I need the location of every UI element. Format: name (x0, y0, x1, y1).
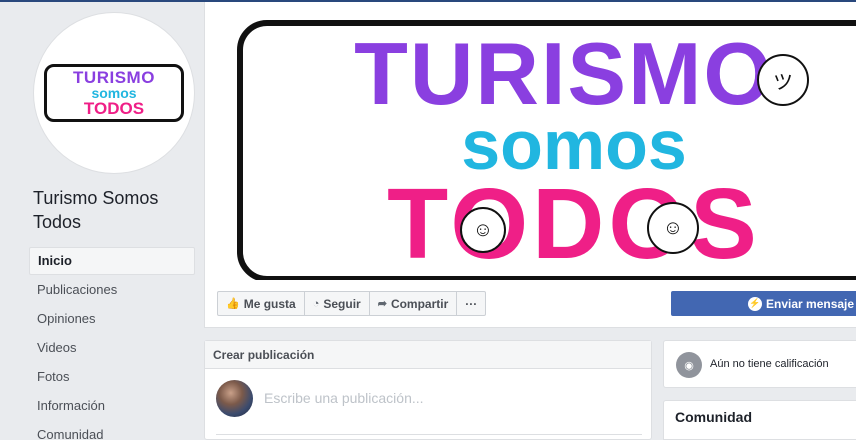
profile-picture-inner: TURISMO somos TODOS (40, 19, 188, 167)
messenger-icon: ⚡ (748, 296, 762, 311)
page-nav: Inicio Publicaciones Opiniones Videos Fo… (29, 247, 195, 440)
sidebar-item-videos[interactable]: Videos (29, 334, 195, 362)
sidebar-item-comunidad[interactable]: Comunidad (29, 421, 195, 440)
smile-face-icon: ☺ (460, 207, 506, 253)
more-options-button[interactable]: ··· (457, 292, 485, 315)
follow-label: Seguir (323, 296, 361, 311)
like-label: Me gusta (243, 296, 296, 311)
profile-picture[interactable]: TURISMO somos TODOS (33, 12, 195, 174)
create-post-title: Crear publicación (205, 341, 651, 369)
user-avatar (216, 380, 253, 417)
composer-divider (216, 434, 642, 435)
share-label: Compartir (390, 296, 449, 311)
thumbs-up-icon: 👍 (226, 298, 240, 310)
cover-line3: TODOS (387, 168, 761, 280)
sidebar-item-informacion[interactable]: Información (29, 392, 195, 420)
rating-status: Aún no tiene calificación (710, 358, 829, 370)
community-card: Comunidad (663, 400, 856, 440)
community-title[interactable]: Comunidad (675, 409, 752, 425)
like-button[interactable]: 👍 Me gusta (218, 292, 305, 315)
sidebar-item-publicaciones[interactable]: Publicaciones (29, 276, 195, 304)
share-button[interactable]: ➦ Compartir (370, 292, 458, 315)
page-title[interactable]: Turismo Somos Todos (33, 186, 198, 234)
sidebar-item-fotos[interactable]: Fotos (29, 363, 195, 391)
more-icon: ··· (465, 296, 478, 311)
left-sidebar: TURISMO somos TODOS Turismo Somos Todos … (0, 2, 204, 440)
grin-face-icon: ☺ (647, 202, 699, 254)
rating-card: ◉ Aún no tiene calificación (663, 340, 856, 388)
send-message-label: Enviar mensaje (766, 296, 855, 311)
cover-photo[interactable]: TURISMO somos TODOS ツ ☺ ☺ (234, 2, 856, 280)
wink-face-icon: ツ (757, 54, 809, 106)
sidebar-item-inicio[interactable]: Inicio (29, 247, 195, 275)
profile-logo-line2: somos (91, 85, 137, 101)
post-input[interactable]: Escribe una publicación... (264, 390, 424, 406)
sidebar-item-opiniones[interactable]: Opiniones (29, 305, 195, 333)
profile-logo: TURISMO somos TODOS (44, 64, 184, 122)
share-arrow-icon: ➦ (377, 298, 387, 310)
send-message-button[interactable]: ⚡ Enviar mensaje (671, 291, 856, 316)
create-post-card: Crear publicación Escribe una publicació… (204, 340, 652, 440)
profile-logo-line3: TODOS (83, 99, 145, 118)
rss-icon: ◔ (312, 297, 320, 310)
page-header-card: TURISMO somos TODOS ツ ☺ ☺ 👍 Me gusta ◔ S… (204, 2, 856, 328)
follow-button[interactable]: ◔ Seguir (305, 292, 370, 315)
cover-line1: TURISMO (354, 24, 774, 123)
page-actions: 👍 Me gusta ◔ Seguir ➦ Compartir ··· (217, 291, 487, 316)
profile-logo-line1: TURISMO (73, 68, 155, 87)
chat-bubble-icon: ◉ (676, 352, 702, 378)
